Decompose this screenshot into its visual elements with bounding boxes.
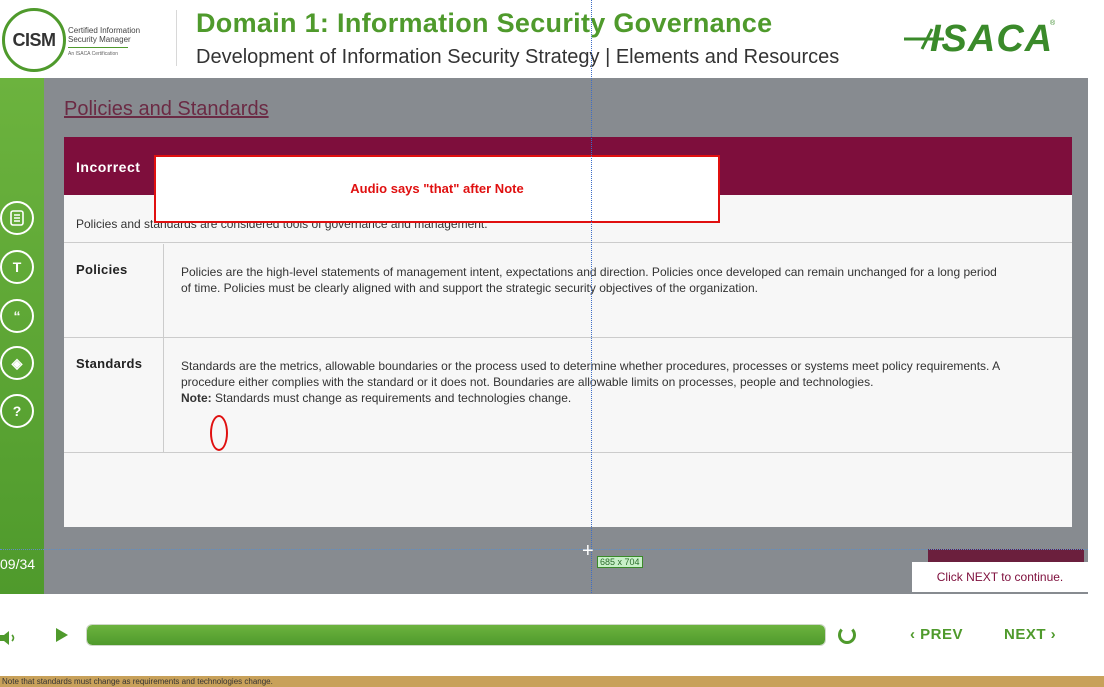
cism-logo-badge: CISM xyxy=(2,8,66,72)
footer-strip: Note that standards must change as requi… xyxy=(0,676,1104,687)
prev-button[interactable]: ‹ PREV xyxy=(910,626,963,643)
page-counter: 09/34 xyxy=(0,556,36,572)
header: CISM Certified Information Security Mana… xyxy=(0,0,1104,78)
isaca-logo: ISACA ® xyxy=(902,14,1062,64)
next-hint: Click NEXT to continue. xyxy=(912,562,1088,592)
row-divider xyxy=(163,244,164,337)
help-glyph: ? xyxy=(12,403,22,419)
cism-logo: CISM Certified Information Security Mana… xyxy=(2,6,174,72)
transcript-glyph: T xyxy=(12,259,22,275)
notes-glyph xyxy=(10,210,24,226)
progress-fill xyxy=(87,625,825,645)
help-icon[interactable]: ? xyxy=(0,394,34,428)
dimension-tooltip: 685 x 704 xyxy=(597,556,643,568)
next-button[interactable]: NEXT › xyxy=(1004,626,1056,643)
review-callout-text: Audio says "that" after Note xyxy=(350,181,524,196)
quote-icon[interactable]: “ xyxy=(0,299,34,333)
horizontal-guide-line xyxy=(0,549,1104,550)
page-subtitle: Development of Information Security Stra… xyxy=(196,46,840,68)
quote-glyph: “ xyxy=(13,308,21,324)
header-divider xyxy=(176,10,177,66)
volume-icon[interactable] xyxy=(0,630,20,646)
cism-logo-subtitle: Certified Information Security Manager A… xyxy=(68,26,140,59)
transcript-icon[interactable]: T xyxy=(0,250,34,284)
resources-icon[interactable]: ◈ xyxy=(0,346,34,380)
page-title: Domain 1: Information Security Governanc… xyxy=(196,8,773,38)
cism-subtitle-line1: Certified Information xyxy=(68,26,141,35)
vertical-guide-line xyxy=(591,0,592,687)
note-text: Standards must change as requirements an… xyxy=(211,391,572,405)
row-label: Policies xyxy=(76,262,128,277)
registered-mark: ® xyxy=(1050,20,1056,27)
notes-icon[interactable] xyxy=(0,201,34,235)
slide-title: Policies and Standards xyxy=(64,98,269,120)
panel-header-label: Incorrect xyxy=(76,159,141,175)
review-callout: Audio says "that" after Note xyxy=(154,155,720,223)
isaca-logo-text: ISACA xyxy=(930,18,1054,60)
row-label: Standards xyxy=(76,356,143,371)
replay-icon[interactable] xyxy=(838,626,856,644)
row-divider xyxy=(163,338,164,452)
right-edge xyxy=(1088,78,1104,676)
table-row-policies: Policies Policies are the high-level sta… xyxy=(64,244,1072,338)
progress-bar[interactable] xyxy=(86,624,826,646)
cism-subtitle-line2: Security Manager xyxy=(68,35,131,44)
crosshair-cursor-icon: + xyxy=(582,540,594,562)
annotation-circle xyxy=(210,415,228,451)
sidebar: T “ ◈ ? xyxy=(0,78,44,594)
footer-text: Note that standards must change as requi… xyxy=(2,677,273,686)
play-icon[interactable] xyxy=(56,628,68,642)
player-controls: ‹ PREV NEXT › xyxy=(0,594,1104,676)
cism-subtitle-tiny: An ISACA Certification xyxy=(68,51,119,57)
resources-glyph: ◈ xyxy=(11,354,23,371)
cism-subtitle-bar xyxy=(68,47,128,48)
cism-logo-text: CISM xyxy=(12,29,57,50)
note-label: Note: xyxy=(181,391,212,405)
